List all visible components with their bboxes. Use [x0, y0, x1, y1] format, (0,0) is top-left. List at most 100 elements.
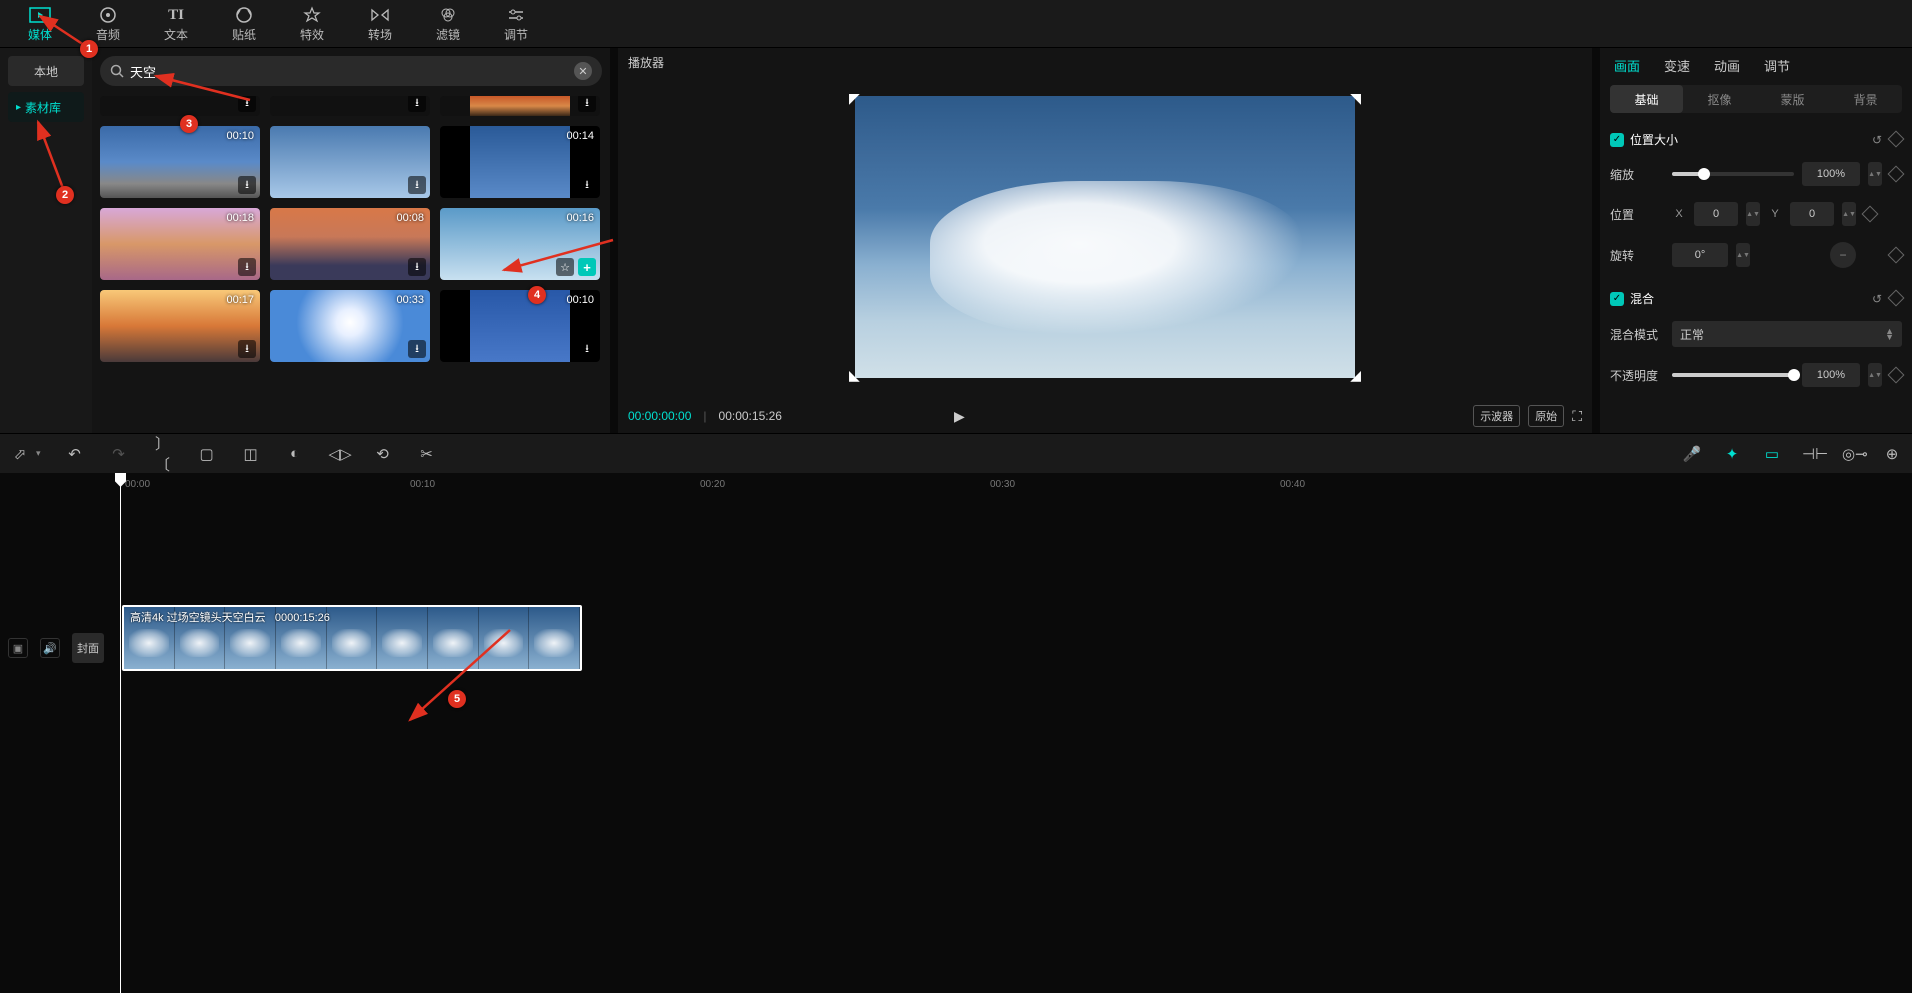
download-icon[interactable]: ⭳	[578, 340, 596, 358]
spinner[interactable]: ▲▼	[1842, 202, 1856, 226]
track-cover-button[interactable]: 封面	[72, 633, 104, 663]
pos-y-value[interactable]: 0	[1790, 202, 1834, 226]
thumbnail[interactable]: 00:17 ⭳	[100, 290, 260, 362]
timeline-ruler[interactable]: 00:00 00:10 00:20 00:30 00:40	[0, 473, 1912, 495]
thumbnail[interactable]: ⭳	[440, 96, 600, 116]
favorite-icon[interactable]: ☆	[556, 258, 574, 276]
reset-icon[interactable]: ↺	[1872, 292, 1882, 306]
ratio-button[interactable]: ◫	[241, 445, 261, 463]
timeline-clip[interactable]: 高清4k 过场空镜头天空白云 0000:15:26	[122, 605, 582, 671]
download-icon[interactable]: ⭳	[408, 340, 426, 358]
checkbox-icon[interactable]: ✓	[1610, 133, 1624, 147]
keyframe-icon[interactable]	[1888, 289, 1905, 306]
subtab-mask[interactable]: 蒙版	[1756, 85, 1829, 113]
keyframe-icon[interactable]	[1888, 130, 1905, 147]
thumbnail[interactable]: ⭳	[270, 126, 430, 198]
subtab-bg[interactable]: 背景	[1829, 85, 1902, 113]
scale-slider[interactable]	[1672, 172, 1794, 176]
download-icon[interactable]: ⭳	[238, 96, 256, 112]
tab-audio[interactable]: 音频	[88, 6, 128, 43]
subtab-cutout[interactable]: 抠像	[1683, 85, 1756, 113]
thumbnail[interactable]: 00:14 ⭳	[440, 126, 600, 198]
auto-cut-icon[interactable]: ✦	[1722, 445, 1742, 463]
mic-icon[interactable]: 🎤	[1682, 445, 1702, 463]
crop-button[interactable]: ✂	[417, 445, 437, 463]
mirror-button[interactable]: ◁▷	[329, 445, 349, 463]
thumbnail[interactable]: 00:18 ⭳	[100, 208, 260, 280]
checkbox-icon[interactable]: ✓	[1610, 292, 1624, 306]
speed-button[interactable]: ◐	[285, 445, 305, 462]
scope-button[interactable]: 示波器	[1473, 405, 1520, 427]
resize-handle[interactable]: ◥	[1350, 90, 1361, 107]
opacity-slider[interactable]	[1672, 373, 1794, 377]
thumbnail[interactable]: 00:10 ⭳	[440, 290, 600, 362]
download-icon[interactable]: ⭳	[578, 96, 596, 112]
align-icon[interactable]: ⊣⊢	[1802, 445, 1822, 463]
props-tab-picture[interactable]: 画面	[1614, 56, 1640, 75]
track-mute-icon[interactable]: 🔊	[40, 638, 60, 658]
play-button[interactable]: ▶	[954, 408, 965, 425]
keyframe-icon[interactable]	[1862, 206, 1879, 223]
spinner[interactable]: ▲▼	[1868, 162, 1882, 186]
redo-button[interactable]: ↷	[109, 445, 129, 463]
tab-filter[interactable]: 滤镜	[428, 6, 468, 43]
resize-handle[interactable]: ◤	[849, 90, 860, 107]
download-icon[interactable]: ⭳	[408, 258, 426, 276]
download-icon[interactable]: ⭳	[238, 340, 256, 358]
split-button[interactable]: 〕〔	[153, 433, 173, 475]
reset-icon[interactable]: ↺	[1872, 133, 1882, 147]
keyframe-icon[interactable]	[1888, 247, 1905, 264]
thumbnail[interactable]: ⭳	[270, 96, 430, 116]
playhead[interactable]	[120, 473, 121, 993]
resize-handle[interactable]: ◢	[1350, 367, 1361, 384]
spinner[interactable]: ▲▼	[1746, 202, 1760, 226]
tab-media[interactable]: 媒体	[20, 6, 60, 43]
spinner[interactable]: ▲▼	[1868, 363, 1882, 387]
tab-effect[interactable]: 特效	[292, 6, 332, 43]
search-clear-button[interactable]: ✕	[574, 62, 592, 80]
zoom-icon[interactable]: ⊕	[1882, 445, 1902, 463]
download-icon[interactable]: ⭳	[578, 176, 596, 194]
undo-button[interactable]: ↶	[65, 445, 85, 463]
sidebar-item-library[interactable]: 素材库	[8, 92, 84, 122]
props-tab-anim[interactable]: 动画	[1714, 56, 1740, 75]
tab-text[interactable]: TI 文本	[156, 6, 196, 43]
thumbnail[interactable]: ⭳	[100, 96, 260, 116]
download-icon[interactable]: ⭳	[408, 96, 426, 112]
track-lock-icon[interactable]: ▣	[8, 638, 28, 658]
download-icon[interactable]: ⭳	[408, 176, 426, 194]
original-button[interactable]: 原始	[1528, 405, 1564, 427]
pos-x-value[interactable]: 0	[1694, 202, 1738, 226]
thumbnail[interactable]: 00:10 ⭳	[100, 126, 260, 198]
player-frame[interactable]: ◤ ◥ ◣ ◢	[855, 96, 1355, 378]
chevron-down-icon[interactable]: ▾	[36, 448, 41, 459]
add-button[interactable]: +	[578, 258, 596, 276]
delete-button[interactable]: ▢	[197, 445, 217, 463]
opacity-value[interactable]: 100%	[1802, 363, 1860, 387]
snap-icon[interactable]: ◎⊸	[1842, 445, 1862, 463]
scale-value[interactable]: 100%	[1802, 162, 1860, 186]
timeline-area[interactable]: 00:00 00:10 00:20 00:30 00:40 ▣ 🔊 封面 高清4…	[0, 473, 1912, 993]
flip-button[interactable]: −	[1830, 242, 1856, 268]
keyframe-icon[interactable]	[1888, 367, 1905, 384]
thumbnail[interactable]: 00:33 ⭳	[270, 290, 430, 362]
link-icon[interactable]: ▭	[1762, 445, 1782, 463]
thumbnail-selected[interactable]: 00:16 ☆ +	[440, 208, 600, 280]
props-tab-speed[interactable]: 变速	[1664, 56, 1690, 75]
fullscreen-icon[interactable]: ⛶	[1572, 408, 1582, 425]
blend-mode-select[interactable]: 正常 ▲▼	[1672, 321, 1902, 347]
rotate-button[interactable]: ⟲	[373, 445, 393, 463]
tab-sticker[interactable]: 贴纸	[224, 6, 264, 43]
player-viewport[interactable]: ◤ ◥ ◣ ◢	[628, 75, 1582, 399]
resize-handle[interactable]: ◣	[849, 367, 860, 384]
search-input[interactable]	[130, 64, 574, 79]
rotate-value[interactable]: 0°	[1672, 243, 1728, 267]
props-tab-adjust[interactable]: 调节	[1764, 56, 1790, 75]
sidebar-item-local[interactable]: 本地	[8, 56, 84, 86]
tab-transition[interactable]: 转场	[360, 6, 400, 43]
keyframe-icon[interactable]	[1888, 166, 1905, 183]
thumbnail[interactable]: 00:08 ⭳	[270, 208, 430, 280]
tab-adjust[interactable]: 调节	[496, 6, 536, 43]
cursor-tool[interactable]: ⬀	[10, 445, 30, 463]
download-icon[interactable]: ⭳	[238, 176, 256, 194]
